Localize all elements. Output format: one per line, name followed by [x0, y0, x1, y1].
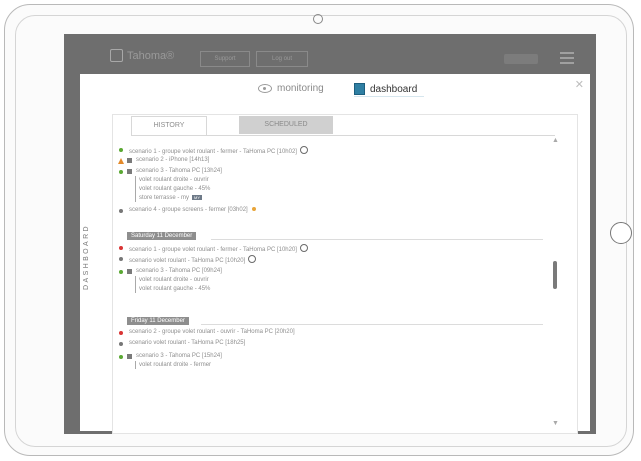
tab-monitoring-label: monitoring — [277, 83, 324, 94]
list-item[interactable]: scenario 2 - iPhone [14h13] — [136, 157, 209, 164]
home-button[interactable] — [610, 222, 632, 244]
list-item[interactable]: scenario 1 - groupe volet roulant - ferm… — [129, 244, 308, 254]
entry-text: scenario 1 - groupe volet roulant - ferm… — [129, 149, 297, 155]
camera-dot — [313, 14, 323, 24]
sun-icon — [251, 207, 256, 211]
scrollbar-thumb[interactable] — [553, 261, 557, 289]
tab-dashboard[interactable]: dashboard — [354, 83, 417, 95]
detail-connector — [135, 176, 136, 202]
tab-history[interactable]: HISTORY — [131, 116, 207, 135]
logout-button[interactable]: Log out — [256, 51, 308, 67]
app-screen: Tahoma® Support Log out monitoring dashb… — [64, 34, 596, 434]
status-dot-green — [119, 355, 123, 359]
date-divider — [201, 324, 543, 325]
view-tabs: monitoring dashboard — [80, 74, 590, 104]
list-item[interactable]: scenario volet roulant - TaHoma PC [10h2… — [129, 255, 257, 265]
logo-text: Tahoma® — [127, 49, 175, 62]
entry-text: scenario 1 - groupe volet roulant - ferm… — [129, 247, 297, 253]
clock-icon — [248, 255, 257, 263]
detail-item: volet roulant droite - ouvrir — [139, 277, 209, 283]
status-dot-red — [119, 331, 123, 335]
hamburger-menu-icon[interactable] — [560, 52, 574, 64]
detail-item: volet roulant gauche - 45% — [139, 286, 211, 292]
active-tab-underline — [354, 96, 424, 97]
dashboard-panel: monitoring dashboard ✕ DASHBOARD HISTORY… — [80, 74, 590, 434]
my-tag: MY — [192, 195, 203, 200]
list-item[interactable]: scenario 3 - Tahoma PC [13h24] — [136, 168, 222, 175]
entry-text: scenario 4 - groupe screens - fermer [03… — [129, 207, 248, 213]
scenario-icon — [127, 169, 132, 174]
detail-connector — [135, 276, 136, 293]
status-dot-gray — [119, 342, 123, 346]
dashboard-icon — [354, 83, 365, 95]
list-item[interactable]: scenario 4 - groupe screens - fermer [03… — [129, 207, 256, 214]
tab-monitoring[interactable]: monitoring — [258, 83, 324, 94]
detail-item: volet roulant gauche - 45% — [139, 186, 211, 192]
status-dot-gray — [119, 257, 123, 261]
dashboard-side-label: DASHBOARD — [83, 224, 90, 290]
support-button[interactable]: Support — [200, 51, 250, 67]
tab-scheduled[interactable]: SCHEDULED — [239, 116, 333, 134]
date-divider — [211, 239, 543, 240]
tab-dashboard-label: dashboard — [370, 83, 418, 95]
detail-item: volet roulant droite - fermer — [139, 362, 212, 368]
warning-icon — [118, 158, 124, 164]
user-badge[interactable] — [504, 54, 538, 64]
scenario-icon — [127, 354, 132, 359]
eye-icon — [258, 84, 272, 93]
scroll-down-icon[interactable]: ▼ — [552, 420, 559, 427]
detail-item: store terrasse - my MY — [139, 195, 203, 202]
date-header: Saturday 11 December — [127, 232, 197, 240]
scroll-up-icon[interactable]: ▲ — [552, 137, 559, 144]
scenario-icon — [127, 158, 132, 163]
status-dot-green — [119, 170, 123, 174]
list-item[interactable]: scenario 3 - Tahoma PC [15h24] — [136, 353, 222, 360]
list-item[interactable]: scenario 2 - groupe volet roulant - ouvr… — [129, 329, 295, 336]
scenario-icon — [127, 269, 132, 274]
detail-item: volet roulant droite - ouvrir — [139, 177, 209, 183]
detail-text: store terrasse - my — [139, 195, 190, 201]
close-icon[interactable]: ✕ — [575, 78, 584, 91]
list-item[interactable]: scenario volet roulant - TaHoma PC [18h2… — [129, 340, 245, 347]
date-header: Friday 11 December — [127, 317, 189, 325]
status-dot-green — [119, 270, 123, 274]
status-dot-gray — [119, 209, 123, 213]
status-dot-red — [119, 246, 123, 250]
list-item[interactable]: scenario 3 - Tahoma PC [09h24] — [136, 268, 222, 275]
app-header: Tahoma® Support Log out — [64, 34, 596, 74]
clock-icon — [299, 244, 308, 252]
scrollbar[interactable]: ▲ ▼ — [550, 137, 560, 427]
clock-icon — [299, 146, 308, 154]
status-dot-green — [119, 148, 123, 152]
home-logo-icon — [110, 49, 123, 62]
detail-connector — [135, 361, 136, 369]
entry-text: scenario volet roulant - TaHoma PC [10h2… — [129, 258, 246, 264]
subtab-divider — [131, 135, 555, 136]
app-logo[interactable]: Tahoma® — [110, 49, 174, 62]
history-content: HISTORY SCHEDULED ▲ ▼ scenario 1 - group… — [112, 114, 578, 434]
list-item[interactable]: scenario 1 - groupe volet roulant - ferm… — [129, 146, 308, 156]
